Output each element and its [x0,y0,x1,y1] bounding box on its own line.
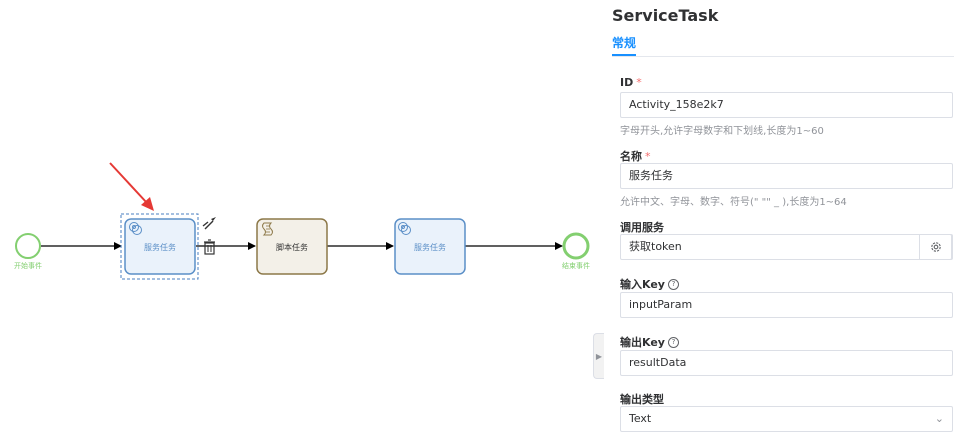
gear-icon [930,242,941,252]
call-service-input[interactable]: 获取token [620,234,953,260]
name-hint: 允许中文、字母、数字、符号(" "" _ ),长度为1~64 [620,197,847,208]
id-input[interactable]: Activity_158e2k7 [620,92,953,118]
service-task-node-2[interactable]: 服务任务 [394,218,466,275]
append-arrow-icon[interactable] [202,217,216,230]
bpmn-canvas[interactable]: 开始事件 服务任务 脚本任务 服务任务 结束事件 [0,0,593,431]
panel-title: ServiceTask [612,6,719,25]
id-label-text: ID [620,76,634,89]
service-task-label-2: 服务任务 [414,242,446,252]
end-event[interactable]: 结束事件 [562,232,590,270]
chevron-down-icon: ⌄ [934,412,944,425]
name-input[interactable]: 服务任务 [620,163,953,189]
call-service-field-label: 调用服务 [620,219,664,235]
required-mark: * [636,76,642,89]
input-key-input-value: inputParam [629,298,693,311]
output-type-select[interactable]: Text ⌄ [620,406,953,432]
id-input-value: Activity_158e2k7 [629,98,724,111]
panel-collapse-handle[interactable]: ▶ [593,333,604,379]
id-field-label: ID * [620,76,642,89]
output-type-field-label: 输出类型 [620,391,664,407]
tab-general[interactable]: 常规 [612,34,637,56]
input-key-field-label: 输入Key ? [620,276,679,292]
name-field-label: 名称 * [620,148,651,164]
required-mark: * [645,149,651,163]
service-task-label-1: 服务任务 [144,242,176,252]
service-task-node-1[interactable]: 服务任务 [124,218,196,275]
tab-active-indicator [612,54,636,56]
call-service-label-text: 调用服务 [620,221,664,234]
name-input-value: 服务任务 [629,169,673,182]
panel-tabs: 常规 [612,34,954,57]
output-key-field-label: 输出Key ? [620,334,679,350]
question-circle-icon[interactable]: ? [667,336,679,348]
name-label-text: 名称 [620,150,642,163]
trash-icon[interactable] [204,239,215,255]
output-key-input-value: resultData [629,356,687,369]
input-key-label-text: 输入Key [620,278,665,291]
annotation-arrow [109,162,154,211]
start-event[interactable]: 开始事件 [14,233,42,270]
caret-right-icon: ▶ [595,351,603,361]
script-task-label: 脚本任务 [276,242,308,252]
output-key-label-text: 输出Key [620,336,665,349]
question-circle-icon[interactable]: ? [667,278,679,290]
output-type-select-value: Text [629,412,652,425]
id-hint: 字母开头,允许字母数字和下划线,长度为1~60 [620,126,824,137]
output-type-label-text: 输出类型 [620,393,664,406]
script-task-node[interactable]: 脚本任务 [256,218,328,275]
end-event-label: 结束事件 [562,261,590,270]
call-service-settings-button[interactable] [919,234,952,260]
input-key-input[interactable]: inputParam [620,292,953,318]
properties-panel: ServiceTask 常规 ID * Activity_158e2k7 字母开… [604,0,955,432]
start-event-label: 开始事件 [14,261,42,270]
output-key-input[interactable]: resultData [620,350,953,376]
tab-general-label: 常规 [612,36,637,50]
call-service-input-value: 获取token [629,240,682,253]
